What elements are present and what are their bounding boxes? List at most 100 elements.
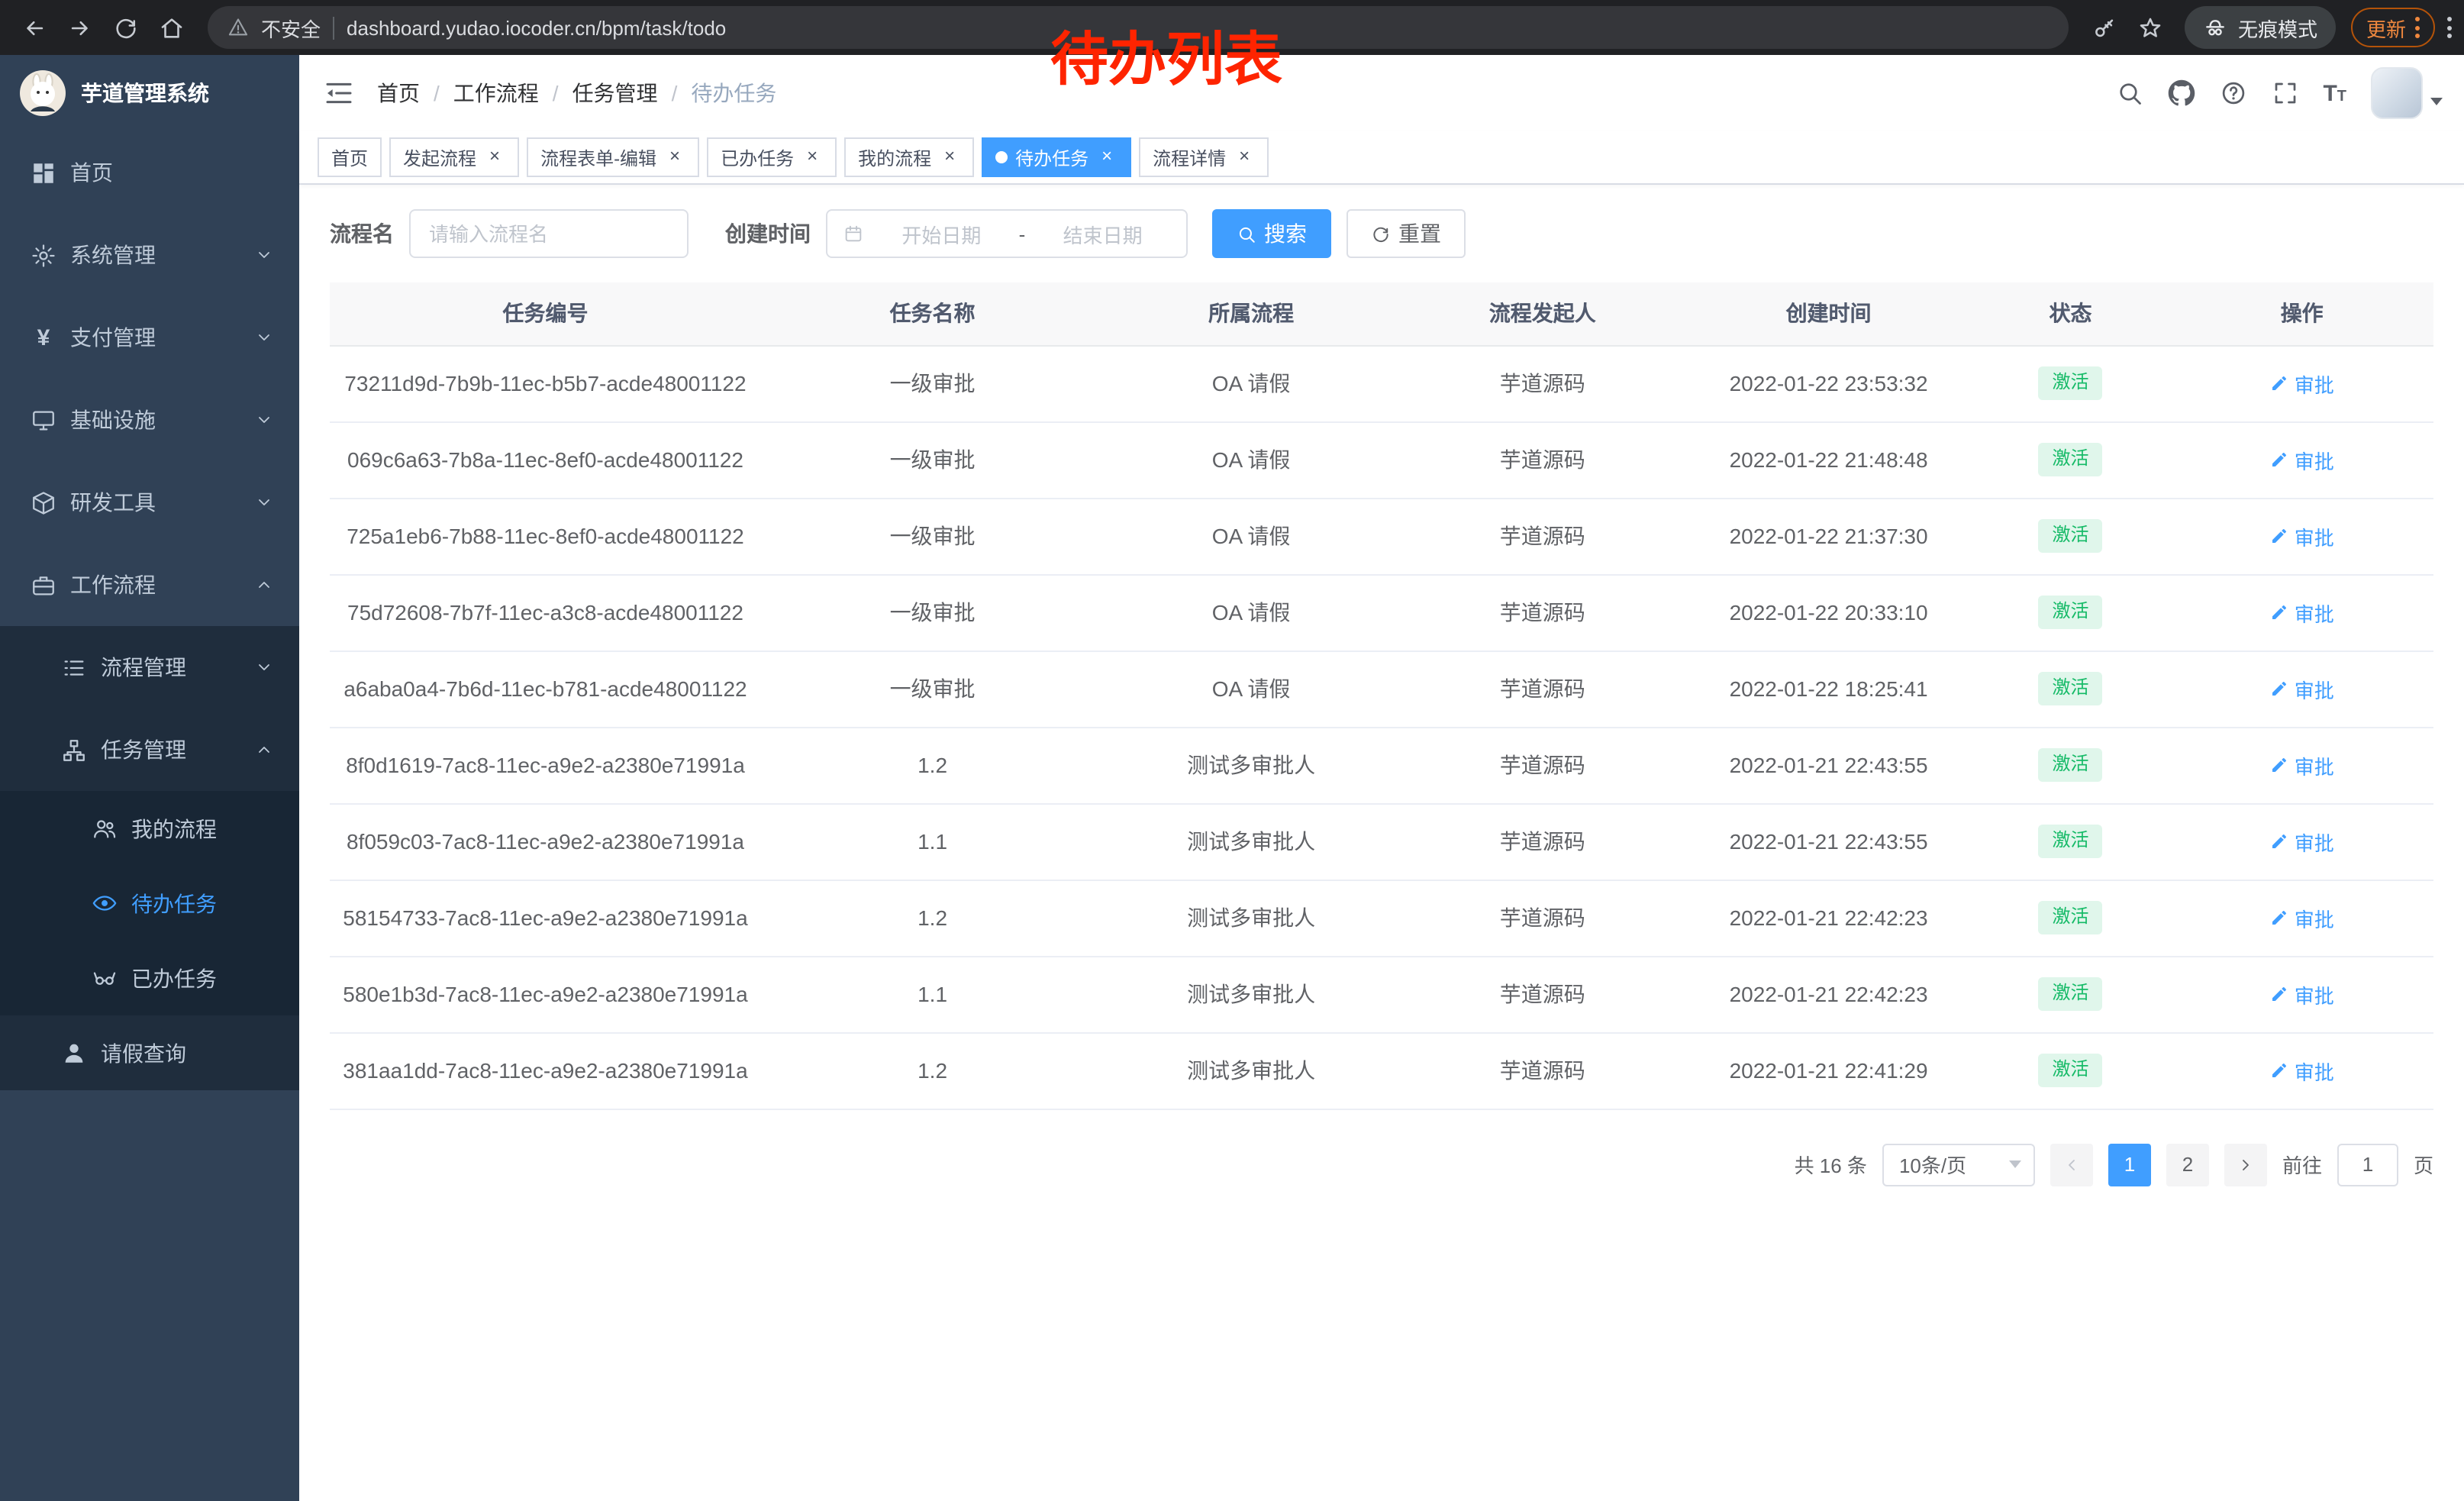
page-button-1[interactable]: 1	[2108, 1143, 2151, 1186]
close-icon[interactable]: ×	[484, 147, 505, 168]
update-button[interactable]: 更新	[2351, 8, 2435, 47]
approve-link[interactable]: 审批	[2270, 903, 2334, 932]
approve-link[interactable]: 审批	[2270, 369, 2334, 398]
sidebar-item-system[interactable]: 系统管理	[0, 214, 299, 296]
prev-page-button[interactable]	[2050, 1143, 2093, 1186]
search-button[interactable]: 搜索	[1212, 209, 1331, 258]
approve-link[interactable]: 审批	[2270, 750, 2334, 780]
cell-task-name: 1.2	[761, 880, 1104, 956]
breadcrumb-home[interactable]: 首页	[377, 78, 420, 108]
status-badge: 激活	[2038, 519, 2102, 552]
cell-process: 测试多审批人	[1104, 1032, 1398, 1109]
tab-my-process[interactable]: 我的流程 ×	[844, 137, 974, 177]
close-icon[interactable]: ×	[801, 147, 823, 168]
cell-task-id: 381aa1dd-7ac8-11ec-a9e2-a2380e71991a	[330, 1032, 761, 1109]
create-time-label: 创建时间	[725, 218, 811, 249]
star-icon[interactable]	[2130, 6, 2172, 49]
approve-link[interactable]: 审批	[2270, 521, 2334, 550]
cell-actions: 审批	[2170, 650, 2433, 727]
key-icon[interactable]	[2084, 6, 2127, 49]
edit-icon	[2270, 527, 2288, 545]
table-header-row: 任务编号 任务名称 所属流程 流程发起人 创建时间 状态 操作	[330, 282, 2433, 345]
close-icon[interactable]: ×	[664, 147, 685, 168]
cell-actions: 审批	[2170, 421, 2433, 498]
sidebar-item-devtools[interactable]: 研发工具	[0, 461, 299, 544]
approve-link[interactable]: 审批	[2270, 827, 2334, 856]
cell-process: 测试多审批人	[1104, 880, 1398, 956]
cell-initiator: 芋道源码	[1398, 880, 1687, 956]
cell-initiator: 芋道源码	[1398, 727, 1687, 803]
sidebar-item-process-management[interactable]: 流程管理	[0, 626, 299, 709]
incognito-label: 无痕模式	[2238, 13, 2317, 42]
close-icon[interactable]: ×	[939, 147, 960, 168]
sidebar-item-infrastructure[interactable]: 基础设施	[0, 379, 299, 461]
cell-actions: 审批	[2170, 345, 2433, 421]
cell-status: 激活	[1971, 880, 2171, 956]
cell-task-name: 1.1	[761, 956, 1104, 1032]
reset-button[interactable]: 重置	[1346, 209, 1466, 258]
breadcrumb-current: 待办任务	[691, 78, 776, 108]
help-icon[interactable]	[2219, 79, 2246, 107]
cell-status: 激活	[1971, 956, 2171, 1032]
process-name-input[interactable]	[409, 209, 689, 258]
approve-link[interactable]: 审批	[2270, 445, 2334, 474]
sidebar-item-workflow[interactable]: 工作流程	[0, 544, 299, 626]
sidebar-item-my-process[interactable]: 我的流程	[0, 791, 299, 866]
next-page-button[interactable]	[2224, 1143, 2267, 1186]
sidebar-item-done-tasks[interactable]: 已办任务	[0, 941, 299, 1015]
forward-icon[interactable]	[58, 6, 101, 49]
cell-status: 激活	[1971, 803, 2171, 880]
box-icon	[31, 489, 56, 515]
user-menu[interactable]	[2371, 67, 2443, 119]
cell-status: 激活	[1971, 727, 2171, 803]
status-badge: 激活	[2038, 1054, 2102, 1086]
navbar-actions: TT	[2115, 67, 2443, 119]
tab-todo-tasks[interactable]: 待办任务 ×	[982, 137, 1131, 177]
not-secure-warning-icon	[227, 17, 249, 38]
approve-link[interactable]: 审批	[2270, 598, 2334, 627]
table-row: 381aa1dd-7ac8-11ec-a9e2-a2380e71991a1.2测…	[330, 1032, 2433, 1109]
sidebar-item-todo-tasks[interactable]: 待办任务	[0, 866, 299, 941]
approve-link[interactable]: 审批	[2270, 1056, 2334, 1085]
tab-start-process[interactable]: 发起流程 ×	[389, 137, 519, 177]
sidebar-item-payment[interactable]: ¥ 支付管理	[0, 296, 299, 379]
reload-icon[interactable]	[104, 6, 147, 49]
filter-form: 流程名 创建时间 开始日期 - 结束日期 搜索 重	[330, 209, 2433, 258]
approve-link[interactable]: 审批	[2270, 674, 2334, 703]
tab-process-detail[interactable]: 流程详情 ×	[1139, 137, 1269, 177]
fullscreen-icon[interactable]	[2271, 79, 2298, 107]
cell-initiator: 芋道源码	[1398, 956, 1687, 1032]
sidebar-item-task-management[interactable]: 任务管理	[0, 709, 299, 791]
main-area: 首页 / 工作流程 / 任务管理 / 待办任务	[299, 55, 2464, 1501]
close-icon[interactable]: ×	[1096, 147, 1118, 168]
back-icon[interactable]	[12, 6, 55, 49]
browser-menu-icon[interactable]	[2447, 17, 2452, 38]
cell-process: OA 请假	[1104, 498, 1398, 574]
approve-link[interactable]: 审批	[2270, 980, 2334, 1009]
tab-done-tasks[interactable]: 已办任务 ×	[707, 137, 837, 177]
breadcrumb-workflow[interactable]: 工作流程	[453, 78, 539, 108]
close-icon[interactable]: ×	[1234, 147, 1255, 168]
tab-form-edit[interactable]: 流程表单-编辑 ×	[527, 137, 699, 177]
date-range-picker[interactable]: 开始日期 - 结束日期	[826, 209, 1188, 258]
cell-initiator: 芋道源码	[1398, 1032, 1687, 1109]
update-label: 更新	[2366, 13, 2406, 42]
hamburger-icon[interactable]	[324, 78, 354, 108]
search-icon	[1237, 224, 1256, 244]
breadcrumb-task-management[interactable]: 任务管理	[572, 78, 658, 108]
cell-status: 激活	[1971, 1032, 2171, 1109]
page-button-2[interactable]: 2	[2166, 1143, 2209, 1186]
search-icon[interactable]	[2115, 79, 2143, 107]
cell-task-id: 725a1eb6-7b88-11ec-8ef0-acde48001122	[330, 498, 761, 574]
github-icon[interactable]	[2167, 79, 2195, 107]
cell-created-time: 2022-01-22 23:53:32	[1687, 345, 1971, 421]
goto-page-input[interactable]	[2337, 1143, 2398, 1186]
tab-home[interactable]: 首页	[318, 137, 382, 177]
chevron-right-icon	[2237, 1155, 2255, 1173]
font-size-icon[interactable]: TT	[2323, 82, 2346, 105]
home-icon[interactable]	[150, 6, 192, 49]
page-size-select[interactable]: 10条/页	[1882, 1143, 2035, 1186]
sidebar-item-leave-query[interactable]: 请假查询	[0, 1015, 299, 1090]
cell-process: OA 请假	[1104, 421, 1398, 498]
sidebar-item-home[interactable]: 首页	[0, 131, 299, 214]
